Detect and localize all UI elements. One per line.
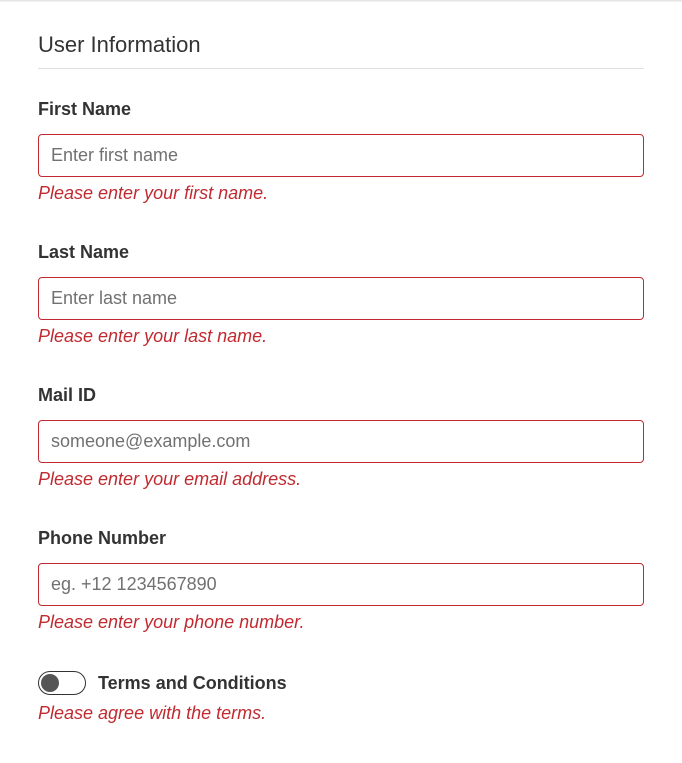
terms-toggle-row: Terms and Conditions (38, 671, 644, 695)
mail-id-label: Mail ID (38, 385, 644, 406)
first-name-label: First Name (38, 99, 644, 120)
phone-number-group: Phone Number Please enter your phone num… (38, 528, 644, 633)
form-container: User Information First Name Please enter… (0, 2, 682, 724)
mail-id-group: Mail ID Please enter your email address. (38, 385, 644, 490)
section-title: User Information (38, 32, 644, 69)
last-name-group: Last Name Please enter your last name. (38, 242, 644, 347)
phone-number-label: Phone Number (38, 528, 644, 549)
last-name-label: Last Name (38, 242, 644, 263)
first-name-input[interactable] (38, 134, 644, 177)
first-name-group: First Name Please enter your first name. (38, 99, 644, 204)
terms-error: Please agree with the terms. (38, 703, 644, 724)
last-name-error: Please enter your last name. (38, 326, 644, 347)
phone-number-input[interactable] (38, 563, 644, 606)
mail-id-input[interactable] (38, 420, 644, 463)
terms-label: Terms and Conditions (98, 673, 287, 694)
mail-id-error: Please enter your email address. (38, 469, 644, 490)
terms-toggle[interactable] (38, 671, 86, 695)
terms-group: Terms and Conditions Please agree with t… (38, 671, 644, 724)
toggle-knob (41, 674, 59, 692)
last-name-input[interactable] (38, 277, 644, 320)
first-name-error: Please enter your first name. (38, 183, 644, 204)
phone-number-error: Please enter your phone number. (38, 612, 644, 633)
